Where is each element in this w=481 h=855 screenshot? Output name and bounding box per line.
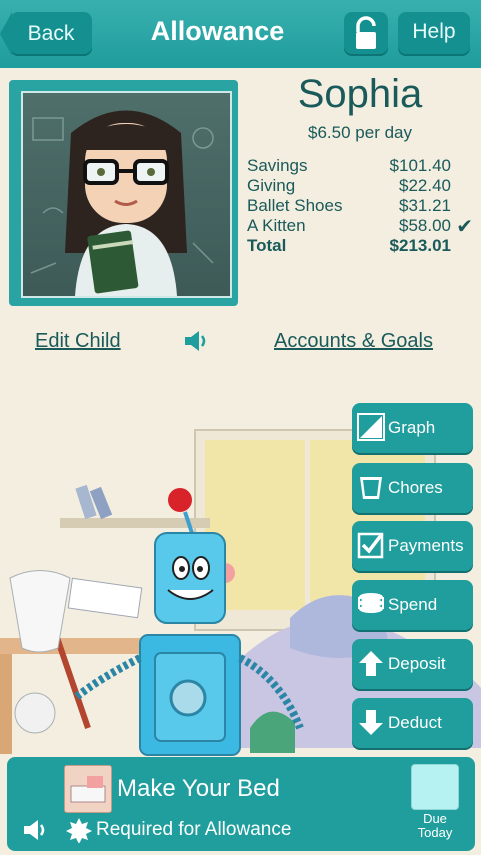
speaker-icon[interactable]	[183, 328, 209, 354]
edit-child-link[interactable]: Edit Child	[35, 330, 121, 353]
chore-thumbnail	[64, 765, 112, 813]
due-label-line2: Today	[417, 825, 453, 840]
graph-icon	[357, 413, 385, 441]
checkbox-icon	[357, 532, 384, 559]
payments-button[interactable]: Payments	[352, 521, 473, 571]
chore-requirement: Required for Allowance	[96, 819, 292, 840]
child-name: Sophia	[297, 72, 423, 116]
payments-button-label: Payments	[388, 536, 464, 555]
chores-button[interactable]: Chores	[352, 463, 473, 513]
account-row-total: Total $213.01	[247, 236, 477, 256]
lock-icon	[356, 16, 376, 49]
account-amount: $101.40	[389, 156, 451, 175]
account-row-a-kitten: A Kitten $58.00 ✔	[247, 216, 477, 238]
account-name: Savings	[247, 156, 308, 175]
account-name: A Kitten	[247, 216, 306, 235]
spend-button[interactable]: Spend	[352, 580, 473, 630]
deposit-button[interactable]: Deposit	[352, 639, 473, 689]
account-row-giving: Giving $22.40	[247, 176, 477, 196]
cup-icon	[360, 477, 382, 499]
avatar[interactable]	[21, 91, 232, 298]
page-title: Allowance	[150, 16, 285, 46]
arrow-down-icon	[359, 710, 383, 735]
coins-icon	[358, 593, 384, 613]
arrow-up-icon	[359, 651, 383, 676]
deposit-button-label: Deposit	[388, 654, 446, 673]
account-row-savings: Savings $101.40	[247, 156, 477, 176]
account-amount: $58.00	[399, 216, 451, 235]
required-star-icon	[66, 818, 92, 843]
due-checkbox[interactable]	[411, 764, 459, 810]
accounts-summary: Savings $101.40 Giving $22.40 Ballet Sho…	[247, 156, 477, 256]
chores-button-label: Chores	[388, 478, 443, 497]
chore-title: Make Your Bed	[117, 775, 280, 802]
help-button[interactable]: Help	[398, 12, 470, 56]
graph-button[interactable]: Graph	[352, 403, 473, 453]
graph-button-label: Graph	[388, 418, 436, 437]
spend-button-label: Spend	[388, 595, 438, 614]
avatar-illustration	[30, 110, 214, 296]
account-name: Giving	[247, 176, 296, 195]
account-row-ballet-shoes: Ballet Shoes $31.21	[247, 196, 477, 216]
back-button-label: Back	[27, 22, 75, 45]
allowance-rate: $6.50 per day	[308, 123, 412, 142]
help-button-label: Help	[412, 20, 456, 43]
due-label: Due Today	[408, 812, 462, 840]
account-amount: $22.40	[399, 176, 451, 195]
due-label-line1: Due	[423, 811, 447, 826]
account-amount: $31.21	[399, 196, 451, 215]
total-label: Total	[247, 236, 287, 255]
accounts-goals-link[interactable]: Accounts & Goals	[274, 330, 433, 353]
deduct-button[interactable]: Deduct	[352, 698, 473, 748]
back-button[interactable]: Back	[0, 12, 92, 56]
lock-button[interactable]	[344, 12, 388, 56]
deduct-button-label: Deduct	[388, 713, 442, 732]
speaker-icon[interactable]	[22, 817, 50, 843]
total-amount: $213.01	[389, 236, 451, 255]
account-name: Ballet Shoes	[247, 196, 343, 215]
